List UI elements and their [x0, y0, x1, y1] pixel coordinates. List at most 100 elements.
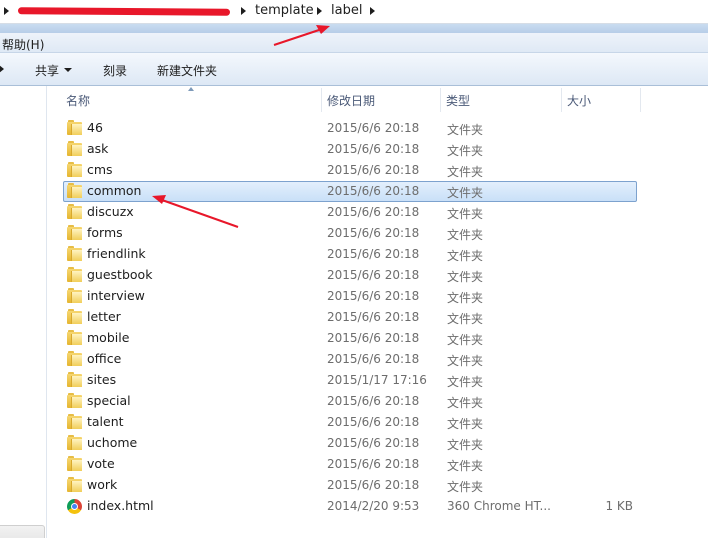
breadcrumb-arrow-icon[interactable] [241, 7, 246, 15]
file-row[interactable]: letter 2015/6/6 20:18 文件夹 [63, 307, 637, 328]
file-name: letter [87, 309, 121, 324]
file-date: 2015/6/6 20:18 [327, 205, 420, 219]
file-type: 文件夹 [447, 417, 484, 431]
file-type: 文件夹 [447, 438, 484, 452]
breadcrumb-label[interactable]: label [331, 3, 362, 18]
file-name: index.html [87, 498, 154, 513]
file-date: 2015/6/6 20:18 [327, 436, 420, 450]
organize-arrow-icon[interactable] [0, 65, 4, 73]
file-row[interactable]: index.html 2014/2/20 9:53 360 Chrome HT.… [63, 496, 637, 517]
file-name: uchome [87, 435, 138, 450]
folder-icon [67, 456, 82, 471]
file-name: office [87, 351, 122, 366]
file-type: 文件夹 [447, 396, 484, 410]
file-row[interactable]: mobile 2015/6/6 20:18 文件夹 [63, 328, 637, 349]
file-date: 2015/6/6 20:18 [327, 394, 420, 408]
column-divider[interactable] [440, 88, 441, 112]
address-bar[interactable]: template label [0, 0, 708, 24]
file-type: 文件夹 [447, 207, 484, 221]
file-row[interactable]: cms 2015/6/6 20:18 文件夹 [63, 160, 637, 181]
new-folder-button[interactable]: 新建文件夹 [157, 62, 217, 79]
column-type[interactable]: 类型 [446, 92, 470, 109]
file-date: 2015/6/6 20:18 [327, 352, 420, 366]
folder-icon [67, 120, 82, 135]
column-divider[interactable] [640, 88, 641, 112]
file-type: 文件夹 [447, 291, 484, 305]
file-row[interactable]: forms 2015/6/6 20:18 文件夹 [63, 223, 637, 244]
column-divider[interactable] [561, 88, 562, 112]
file-type: 文件夹 [447, 270, 484, 284]
file-date: 2015/6/6 20:18 [327, 121, 420, 135]
folder-icon [67, 183, 82, 198]
file-row[interactable]: work 2015/6/6 20:18 文件夹 [63, 475, 637, 496]
file-type: 文件夹 [447, 375, 484, 389]
file-date: 2015/6/6 20:18 [327, 478, 420, 492]
breadcrumb-arrow-icon[interactable] [370, 7, 375, 15]
folder-icon [67, 351, 82, 366]
folder-icon [67, 477, 82, 492]
column-modified[interactable]: 修改日期 [327, 92, 375, 109]
menu-help[interactable]: 帮助(H) [2, 36, 44, 53]
file-name: interview [87, 288, 145, 303]
file-date: 2015/6/6 20:18 [327, 226, 420, 240]
column-size[interactable]: 大小 [567, 92, 591, 109]
file-name: friendlink [87, 246, 146, 261]
navigation-pane[interactable] [0, 86, 47, 538]
sort-ascending-icon [188, 87, 194, 91]
file-type: 文件夹 [447, 186, 484, 200]
file-type: 文件夹 [447, 333, 484, 347]
share-dropdown-icon[interactable] [64, 68, 72, 72]
file-name: sites [87, 372, 117, 387]
file-row[interactable]: ask 2015/6/6 20:18 文件夹 [63, 139, 637, 160]
file-row[interactable]: sites 2015/1/17 17:16 文件夹 [63, 370, 637, 391]
file-type: 文件夹 [447, 354, 484, 368]
column-divider[interactable] [321, 88, 322, 112]
file-row[interactable]: guestbook 2015/6/6 20:18 文件夹 [63, 265, 637, 286]
file-row-selected[interactable]: common 2015/6/6 20:18 文件夹 [63, 181, 637, 202]
folder-icon [67, 309, 82, 324]
file-date: 2015/6/6 20:18 [327, 457, 420, 471]
file-date: 2015/6/6 20:18 [327, 289, 420, 303]
file-row[interactable]: interview 2015/6/6 20:18 文件夹 [63, 286, 637, 307]
file-date: 2015/6/6 20:18 [327, 310, 420, 324]
file-type: 360 Chrome HT... [447, 499, 551, 513]
file-date: 2015/6/6 20:18 [327, 163, 420, 177]
file-date: 2015/6/6 20:18 [327, 331, 420, 345]
file-row[interactable]: vote 2015/6/6 20:18 文件夹 [63, 454, 637, 475]
file-row[interactable]: discuzx 2015/6/6 20:18 文件夹 [63, 202, 637, 223]
folder-icon [67, 204, 82, 219]
file-row[interactable]: uchome 2015/6/6 20:18 文件夹 [63, 433, 637, 454]
file-name: forms [87, 225, 123, 240]
file-row[interactable]: talent 2015/6/6 20:18 文件夹 [63, 412, 637, 433]
file-type: 文件夹 [447, 165, 484, 179]
column-name[interactable]: 名称 [66, 92, 90, 109]
file-date: 2015/6/6 20:18 [327, 247, 420, 261]
breadcrumb-arrow-icon[interactable] [317, 7, 322, 15]
navigation-scrollbar[interactable] [0, 525, 45, 538]
file-type: 文件夹 [447, 249, 484, 263]
file-row[interactable]: office 2015/6/6 20:18 文件夹 [63, 349, 637, 370]
file-type: 文件夹 [447, 144, 484, 158]
file-row[interactable]: special 2015/6/6 20:18 文件夹 [63, 391, 637, 412]
menu-bar: 帮助(H) [0, 33, 708, 53]
chrome-html-icon [67, 499, 82, 514]
file-date: 2015/6/6 20:18 [327, 184, 420, 198]
breadcrumb-arrow-icon[interactable] [4, 7, 9, 15]
file-date: 2015/6/6 20:18 [327, 142, 420, 156]
file-row[interactable]: friendlink 2015/6/6 20:18 文件夹 [63, 244, 637, 265]
file-name: vote [87, 456, 115, 471]
share-button[interactable]: 共享 [35, 62, 59, 79]
file-date: 2014/2/20 9:53 [327, 499, 420, 513]
folder-icon [67, 267, 82, 282]
file-date: 2015/6/6 20:18 [327, 415, 420, 429]
file-size: 1 KB [605, 499, 633, 513]
breadcrumb-template[interactable]: template [255, 3, 314, 18]
folder-icon [67, 372, 82, 387]
file-row[interactable]: 46 2015/6/6 20:18 文件夹 [63, 118, 637, 139]
file-type: 文件夹 [447, 459, 484, 473]
folder-icon [67, 225, 82, 240]
burn-button[interactable]: 刻录 [103, 62, 127, 79]
folder-icon [67, 330, 82, 345]
file-date: 2015/1/17 17:16 [327, 373, 427, 387]
column-header-bar: 名称 修改日期 类型 大小 [47, 86, 708, 112]
